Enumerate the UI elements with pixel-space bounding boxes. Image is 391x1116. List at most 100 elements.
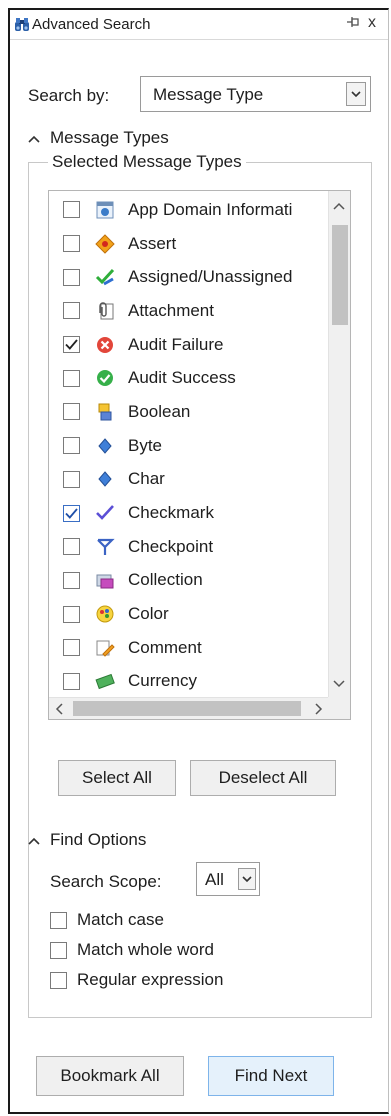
match-whole-word-label: Match whole word [77,940,215,959]
find-next-button[interactable]: Find Next [208,1056,334,1096]
search-by-label: Search by: [28,86,110,105]
list-item-checkbox[interactable] [63,201,80,219]
window-title: Advanced Search [32,16,151,33]
list-item-checkbox[interactable] [63,672,80,690]
chevron-down-icon[interactable] [238,868,256,890]
list-item-label: Char [128,469,165,489]
find-options-title: Find Options [50,830,147,849]
list-item[interactable]: Attachment [49,294,329,328]
list-item-checkbox[interactable] [63,369,80,387]
list-item[interactable]: Color [49,597,329,631]
title-bar: Advanced Search x [10,10,388,40]
chevron-down-icon[interactable] [346,82,366,106]
list-item-label: Color [128,604,169,624]
list-item-checkbox[interactable] [63,302,80,320]
list-item-checkbox[interactable] [63,235,80,253]
list-item[interactable]: Comment [49,631,329,665]
deselect-all-button[interactable]: Deselect All [190,760,336,796]
attachment-icon [95,301,115,321]
audit-success-icon [95,368,115,388]
regular-expression-label: Regular expression [77,970,224,989]
list-item-checkbox[interactable] [63,268,80,286]
message-types-items: App Domain Informati Assert Assigned/Unass… [49,193,329,719]
list-item[interactable]: Currency [49,665,329,699]
search-scope-value: All [205,870,224,889]
list-item[interactable]: Audit Failure [49,328,329,362]
list-item-label: Checkpoint [128,536,214,556]
scroll-left-icon[interactable] [55,702,63,719]
match-whole-word-checkbox[interactable] [50,941,67,959]
app-domain-icon [95,200,115,220]
list-item-checkbox[interactable] [63,538,80,556]
list-item[interactable]: App Domain Informati [49,193,329,227]
list-item[interactable]: Checkmark [49,496,329,530]
bookmark-all-button[interactable]: Bookmark All [36,1056,184,1096]
list-item-checkbox[interactable] [63,504,80,522]
list-item-label: Audit Success [128,368,236,388]
match-whole-word-option[interactable]: Match whole word [50,940,214,960]
audit-failure-icon [95,335,115,355]
list-item[interactable]: Checkpoint [49,530,329,564]
list-item-checkbox[interactable] [63,336,80,354]
list-item[interactable]: Assert [49,227,329,261]
close-icon[interactable]: x [368,14,376,32]
list-item-label: App Domain Informati [128,199,293,219]
list-item[interactable]: Collection [49,564,329,598]
list-item[interactable]: Assigned/Unassigned [49,260,329,294]
boolean-icon [95,402,115,422]
list-item-checkbox[interactable] [63,437,80,455]
vertical-scrollbar[interactable] [328,191,350,699]
pin-icon[interactable] [346,16,360,31]
chevron-up-icon [28,830,44,850]
list-item-label: Assigned/Unassigned [128,267,293,287]
list-item-checkbox[interactable] [63,470,80,488]
collection-icon [95,570,115,590]
search-scope-dropdown[interactable]: All [196,862,260,896]
list-item[interactable]: Audit Success [49,361,329,395]
regular-expression-option[interactable]: Regular expression [50,970,223,990]
selected-message-types-legend: Selected Message Types [48,152,246,172]
list-item-checkbox[interactable] [63,571,80,589]
list-item-checkbox[interactable] [63,403,80,421]
list-item-label: Comment [128,637,202,657]
assert-icon [95,233,115,254]
list-item-label: Assert [128,233,177,253]
match-case-label: Match case [77,910,164,929]
binoculars-icon [14,17,30,33]
list-item-label: Checkmark [128,503,214,523]
chevron-up-icon [28,128,44,148]
select-all-button[interactable]: Select All [58,760,176,796]
match-case-checkbox[interactable] [50,911,67,929]
message-types-list[interactable]: App Domain Informati Assert Assigned/Unass… [48,190,351,720]
list-item-label: Collection [128,570,203,590]
match-case-option[interactable]: Match case [50,910,164,930]
scrollbar-corner [328,697,350,719]
regular-expression-checkbox[interactable] [50,971,67,989]
list-item[interactable]: Boolean [49,395,329,429]
char-icon [95,469,115,489]
list-item-label: Byte [128,435,163,455]
list-item-label: Currency [128,671,197,691]
color-icon [95,604,115,624]
comment-icon [95,638,115,658]
list-item-label: Boolean [128,401,191,421]
list-item-checkbox[interactable] [63,605,80,623]
list-item-label: Attachment [128,300,214,320]
find-options-section-header[interactable]: Find Options [28,830,146,850]
checkpoint-icon [95,537,115,557]
checkmark-icon [95,503,115,523]
horizontal-scroll-thumb[interactable] [73,701,301,716]
vertical-scroll-thumb[interactable] [332,225,348,325]
list-item-label: Audit Failure [128,334,224,354]
search-by-dropdown[interactable]: Message Type [140,76,371,112]
list-item[interactable]: Byte [49,429,329,463]
assigned-icon [95,267,115,287]
list-item-checkbox[interactable] [63,639,80,657]
scroll-right-icon[interactable] [315,702,323,719]
scroll-up-icon[interactable] [333,197,345,215]
list-item[interactable]: Char [49,463,329,497]
horizontal-scrollbar[interactable] [49,697,329,719]
scroll-down-icon[interactable] [333,675,345,693]
message-types-section-header[interactable]: Message Types [28,128,169,148]
byte-icon [95,436,115,456]
